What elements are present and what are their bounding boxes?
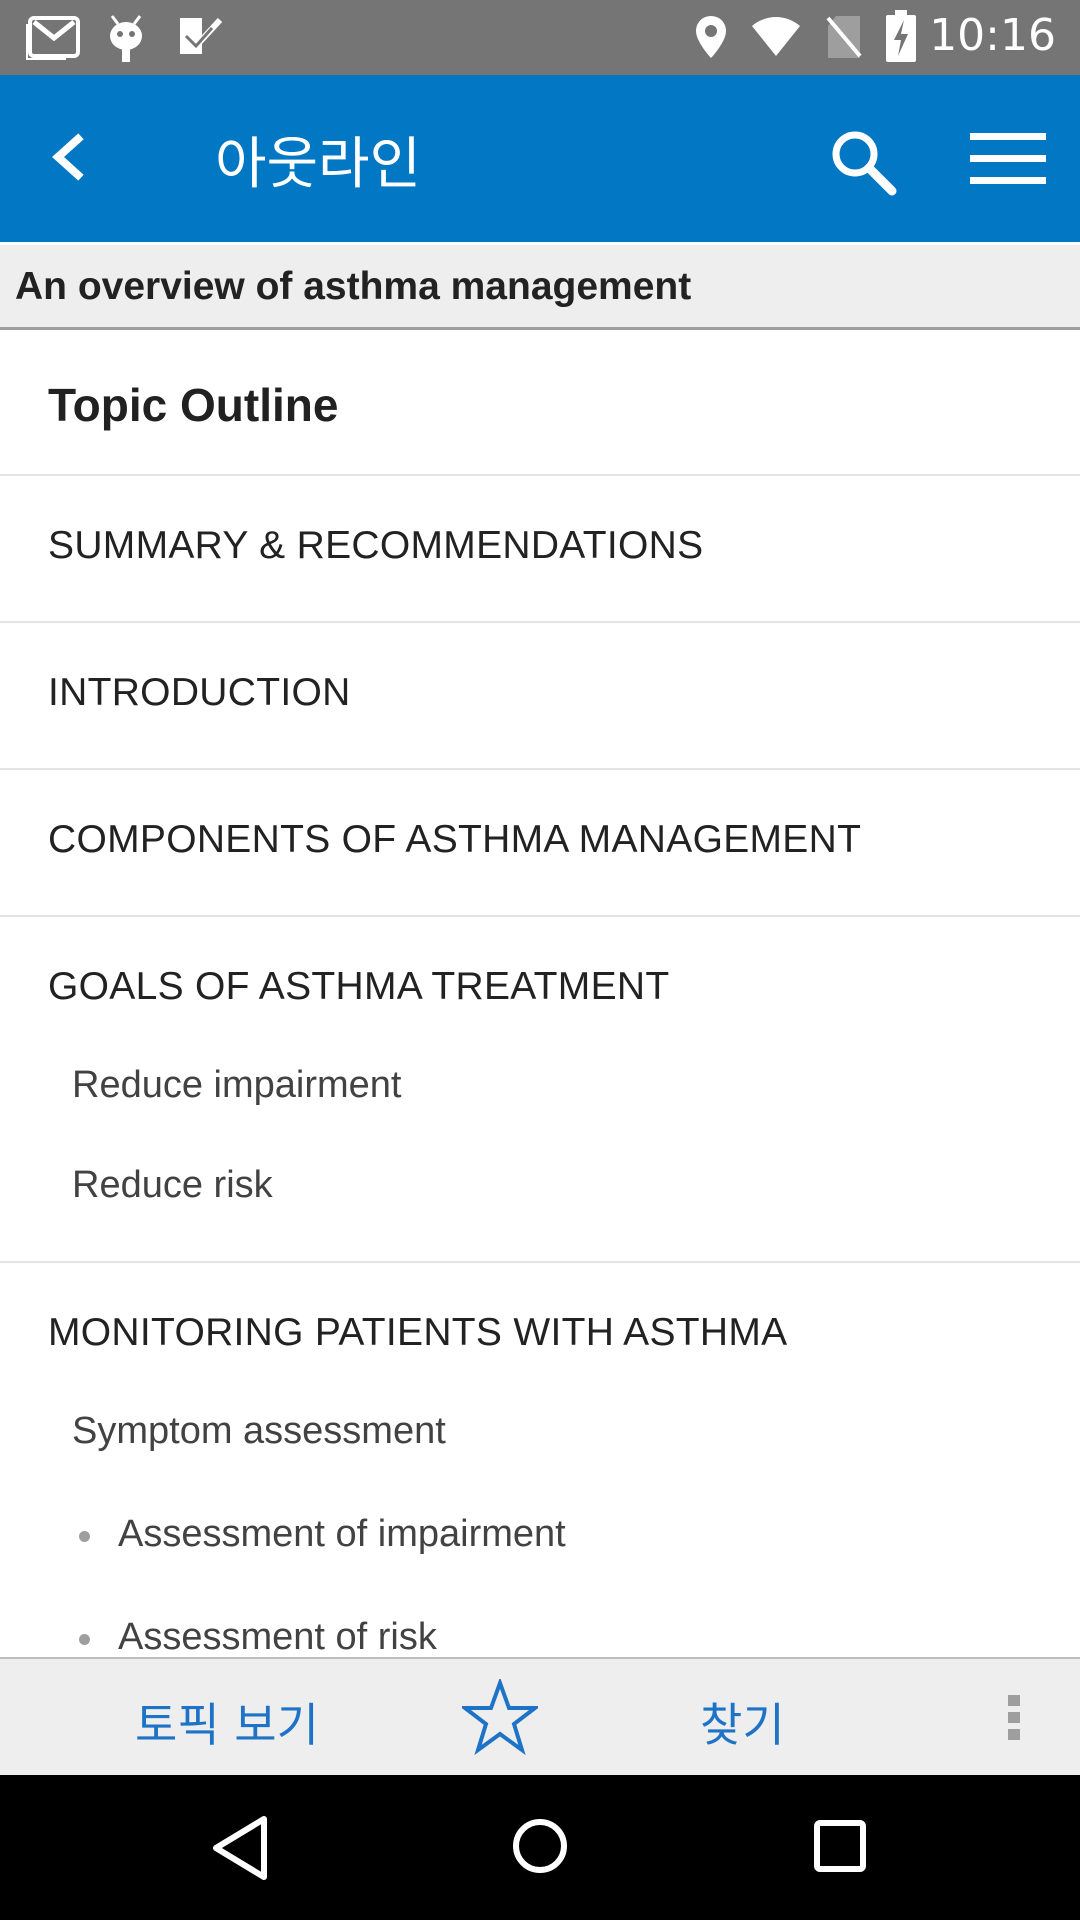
bottom-toolbar: 토픽 보기 찾기 bbox=[0, 1657, 1080, 1777]
hamburger-menu-icon bbox=[970, 133, 1046, 184]
more-options-button[interactable] bbox=[1000, 1693, 1030, 1743]
task-check-icon bbox=[180, 17, 223, 54]
outline-item-components[interactable]: COMPONENTS OF ASTHMA MANAGEMENT bbox=[48, 818, 861, 862]
outline-heading: Topic Outline bbox=[48, 379, 339, 431]
nav-home-button[interactable] bbox=[512, 1818, 568, 1874]
star-outline-icon bbox=[462, 1679, 538, 1755]
topic-title: An overview of asthma management bbox=[15, 265, 692, 308]
system-nav-bar bbox=[0, 1775, 1080, 1920]
outline-subitem-reduce-impairment[interactable]: Reduce impairment bbox=[72, 1064, 401, 1107]
location-icon bbox=[696, 16, 726, 58]
divider bbox=[0, 915, 1080, 917]
wifi-icon bbox=[752, 17, 800, 56]
menu-button[interactable] bbox=[968, 129, 1048, 189]
status-time: 10:16 bbox=[929, 10, 1056, 61]
find-button[interactable]: 찾기 bbox=[700, 1689, 785, 1755]
outline-item-goals[interactable]: GOALS OF ASTHMA TREATMENT bbox=[48, 965, 669, 1009]
status-bar: 10:16 bbox=[0, 0, 1080, 75]
outline-subitem-assessment-impairment[interactable]: Assessment of impairment bbox=[118, 1513, 566, 1556]
android-debug-icon bbox=[110, 15, 142, 62]
view-topic-button[interactable]: 토픽 보기 bbox=[135, 1689, 319, 1755]
outline-item-introduction[interactable]: INTRODUCTION bbox=[48, 671, 351, 715]
outline-item-summary[interactable]: SUMMARY & RECOMMENDATIONS bbox=[48, 524, 703, 568]
nav-recents-button[interactable] bbox=[814, 1820, 866, 1872]
bookmark-button[interactable] bbox=[462, 1679, 538, 1755]
chevron-left-icon bbox=[52, 133, 84, 181]
divider bbox=[0, 1261, 1080, 1263]
no-sim-icon bbox=[826, 16, 862, 58]
outline-subitem-reduce-risk[interactable]: Reduce risk bbox=[72, 1164, 273, 1207]
gmail-icon bbox=[26, 16, 80, 60]
topic-outline: Topic Outline SUMMARY & RECOMMENDATIONS … bbox=[0, 330, 1080, 1657]
divider bbox=[0, 621, 1080, 623]
outline-subitem-assessment-risk[interactable]: Assessment of risk bbox=[118, 1616, 437, 1657]
topic-header: An overview of asthma management bbox=[0, 245, 1080, 330]
divider bbox=[0, 474, 1080, 476]
search-icon bbox=[832, 131, 897, 196]
divider bbox=[0, 768, 1080, 770]
nav-back-button[interactable] bbox=[210, 1815, 270, 1881]
page-title: 아웃라인 bbox=[215, 132, 422, 197]
outline-item-monitoring[interactable]: MONITORING PATIENTS WITH ASTHMA bbox=[48, 1311, 787, 1355]
search-button[interactable] bbox=[828, 127, 898, 197]
bullet-icon bbox=[79, 1634, 90, 1645]
outline-subitem-symptom-assessment[interactable]: Symptom assessment bbox=[72, 1410, 446, 1453]
app-bar: 아웃라인 bbox=[0, 75, 1080, 242]
battery-charging-icon bbox=[886, 10, 916, 62]
overflow-menu-icon bbox=[1008, 1695, 1020, 1740]
back-button[interactable] bbox=[40, 125, 90, 190]
bullet-icon bbox=[79, 1531, 90, 1542]
